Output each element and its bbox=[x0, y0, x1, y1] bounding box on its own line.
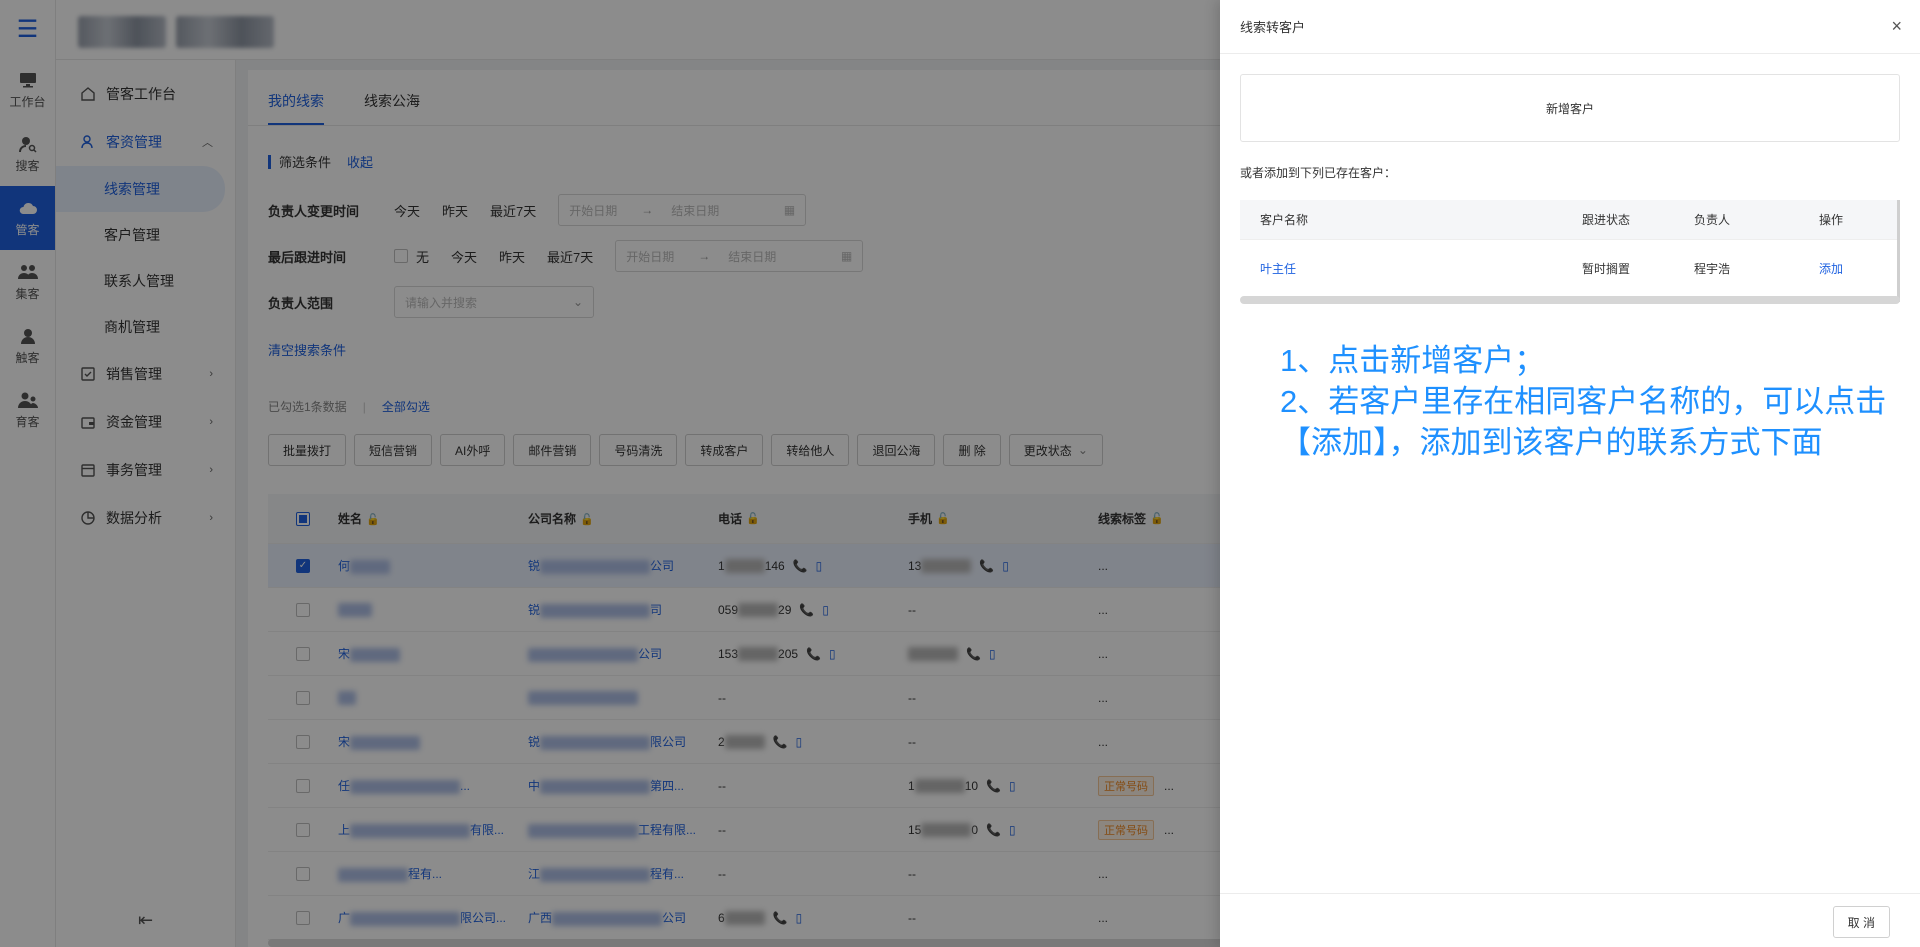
close-icon[interactable]: × bbox=[1891, 16, 1902, 36]
add-link[interactable]: 添加 bbox=[1762, 260, 1900, 277]
table-header: 客户名称 跟进状态 负责人 操作 bbox=[1240, 200, 1900, 240]
drawer-title: 线索转客户 bbox=[1240, 20, 1306, 35]
drawer-header: 线索转客户 bbox=[1220, 0, 1920, 54]
col-follow-status: 跟进状态 bbox=[1581, 213, 1630, 227]
instruction-annotation: 1、点击新增客户； 2、若客户里存在相同客户名称的，可以点击【添加】，添加到该客… bbox=[1280, 340, 1920, 463]
existing-customer-table: 客户名称 跟进状态 负责人 操作 叶主任 暂时搁置 程宇浩 添加 bbox=[1240, 200, 1900, 296]
convert-customer-drawer: 线索转客户 × 新增客户 或者添加到下列已存在客户： 客户名称 跟进状态 负责人… bbox=[1220, 0, 1920, 947]
col-owner: 负责人 bbox=[1693, 213, 1730, 227]
cancel-button[interactable]: 取 消 bbox=[1832, 906, 1890, 938]
table-right-border bbox=[1897, 200, 1900, 302]
annotation-line-2: 2、若客户里存在相同客户名称的，可以点击【添加】，添加到该客户的联系方式下面 bbox=[1280, 384, 1887, 460]
drawer-footer: 取 消 bbox=[1220, 893, 1920, 947]
follow-status: 暂时搁置 bbox=[1581, 261, 1630, 276]
customer-name-link[interactable]: 叶主任 bbox=[1240, 260, 1550, 277]
table-row: 叶主任 暂时搁置 程宇浩 添加 bbox=[1240, 240, 1900, 296]
col-customer-name: 客户名称 bbox=[1260, 213, 1309, 227]
annotation-line-1: 1、点击新增客户； bbox=[1280, 343, 1546, 378]
owner-name: 程宇浩 bbox=[1693, 261, 1730, 276]
existing-customer-tip: 或者添加到下列已存在客户： bbox=[1240, 166, 1397, 180]
col-action: 操作 bbox=[1818, 213, 1843, 227]
table-horizontal-scrollbar[interactable] bbox=[1240, 296, 1900, 304]
new-customer-button[interactable]: 新增客户 bbox=[1240, 74, 1900, 142]
